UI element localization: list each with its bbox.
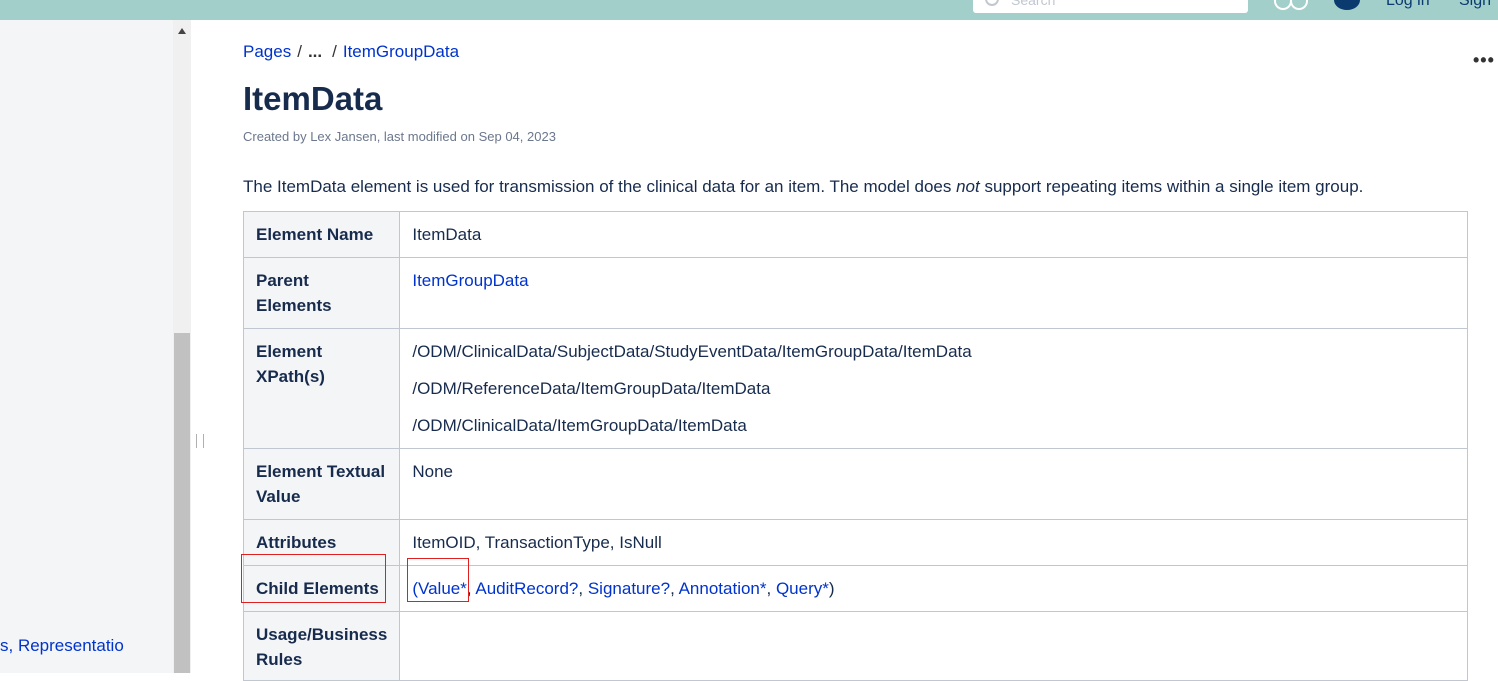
table-row: Element Textual Value None	[242, 448, 1468, 520]
intro-paragraph: The ItemData element is used for transmi…	[243, 177, 1363, 197]
parent-elements-cell: ItemGroupData	[399, 257, 1468, 329]
table-row: Usage/Business Rules	[242, 611, 1468, 681]
xpath-value: /ODM/ClinicalData/ItemGroupData/ItemData	[412, 416, 747, 435]
breadcrumb-ellipsis[interactable]: ...	[308, 42, 322, 61]
sidebar: s, Representatio	[0, 20, 173, 673]
child-link-query[interactable]: Query*	[776, 579, 829, 598]
child-elements-cell: (Value*, AuditRecord?, Signature?, Annot…	[399, 565, 1468, 612]
table-row: Parent Elements ItemGroupData	[242, 257, 1468, 329]
child-link-auditrecord[interactable]: AuditRecord?	[475, 579, 578, 598]
apps-icon[interactable]	[1274, 0, 1308, 12]
child-link-signature[interactable]: Signature?	[588, 579, 670, 598]
breadcrumb-separator: /	[297, 42, 302, 61]
search-input[interactable]: Search	[973, 0, 1248, 13]
child-separator: ,	[670, 579, 679, 598]
sidebar-link[interactable]: s, Representatio	[0, 636, 124, 656]
scrollbar-thumb[interactable]	[174, 333, 190, 673]
page-title: ItemData	[243, 80, 383, 117]
row-header-element-name: Element Name	[242, 211, 401, 258]
table-row: Attributes ItemOID, TransactionType, IsN…	[242, 519, 1468, 566]
xpaths-cell: /ODM/ClinicalData/SubjectData/StudyEvent…	[399, 328, 1468, 449]
page-byline: Created by Lex Jansen, last modified on …	[243, 129, 556, 144]
xpath-value: /ODM/ReferenceData/ItemGroupData/ItemDat…	[412, 379, 771, 398]
table-row: Child Elements (Value*, AuditRecord?, Si…	[242, 565, 1468, 612]
child-separator: ,	[578, 579, 588, 598]
element-name-value: ItemData	[399, 211, 1468, 258]
search-icon	[985, 0, 999, 6]
breadcrumb-itemgroupdata[interactable]: ItemGroupData	[343, 42, 459, 61]
row-header-textual-value: Element Textual Value	[242, 448, 401, 520]
login-link[interactable]: Log in	[1386, 0, 1430, 10]
xpath-value: /ODM/ClinicalData/SubjectData/StudyEvent…	[412, 342, 972, 361]
usage-value	[399, 611, 1468, 681]
paren-close: )	[828, 579, 835, 598]
table-row: Element XPath(s) /ODM/ClinicalData/Subje…	[242, 328, 1468, 449]
intro-text: The ItemData element is used for transmi…	[243, 177, 957, 196]
search-placeholder: Search	[1011, 0, 1056, 8]
table-row: Element Name ItemData	[242, 211, 1468, 258]
breadcrumb-pages[interactable]: Pages	[243, 42, 291, 61]
child-link-value[interactable]: Value*	[418, 579, 467, 598]
help-icon[interactable]	[1334, 0, 1360, 10]
attributes-value: ItemOID, TransactionType, IsNull	[399, 519, 1468, 566]
intro-emphasis: not	[956, 177, 980, 196]
scroll-up-arrow-icon[interactable]	[178, 28, 186, 34]
parent-element-link[interactable]: ItemGroupData	[412, 271, 528, 290]
row-header-parent-elements: Parent Elements	[242, 257, 401, 329]
breadcrumb-separator: /	[332, 42, 337, 61]
row-header-xpaths: Element XPath(s)	[242, 328, 401, 449]
textual-value: None	[399, 448, 1468, 520]
more-actions-icon[interactable]: •••	[1473, 50, 1495, 71]
row-header-usage: Usage/Business Rules	[242, 611, 401, 681]
element-info-table: Element Name ItemData Parent Elements It…	[242, 211, 1468, 681]
row-header-child-elements: Child Elements	[242, 565, 401, 612]
child-separator: ,	[766, 579, 776, 598]
row-header-attributes: Attributes	[242, 519, 401, 566]
child-link-annotation[interactable]: Annotation*	[679, 579, 767, 598]
sidebar-resize-handle[interactable]	[196, 434, 204, 448]
sidebar-scrollbar[interactable]	[173, 20, 191, 673]
intro-text-end: support repeating items within a single …	[979, 177, 1364, 196]
signup-link[interactable]: Sign	[1459, 0, 1491, 10]
breadcrumb: Pages /... / ItemGroupData	[243, 42, 459, 62]
top-header-bar: Search Log in Sign	[0, 0, 1498, 20]
